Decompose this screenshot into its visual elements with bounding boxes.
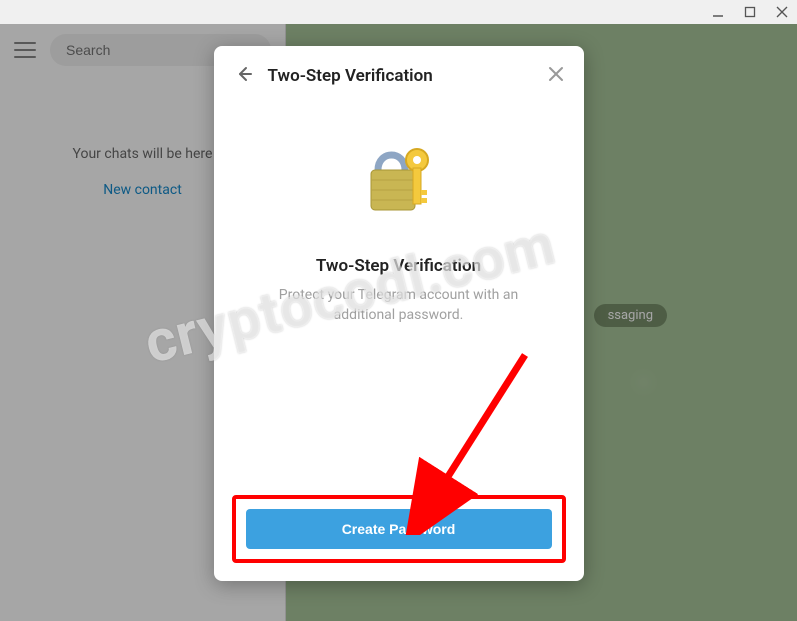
lock-key-icon: [353, 132, 445, 228]
modal-header: Two-Step Verification: [214, 46, 584, 106]
modal-overlay: Two-Step Verification: [0, 24, 797, 621]
window-titlebar: [0, 0, 797, 24]
modal-title: Two-Step Verification: [268, 66, 534, 86]
modal-body-title: Two-Step Verification: [316, 256, 481, 276]
close-icon[interactable]: [548, 66, 564, 86]
create-password-button[interactable]: Create Password: [246, 509, 552, 549]
back-arrow-icon[interactable]: [234, 64, 254, 88]
window-close-icon[interactable]: [775, 5, 789, 19]
modal-body-desc: Protect your Telegram account with an ad…: [254, 286, 544, 325]
modal-footer: Create Password: [214, 485, 584, 581]
minimize-icon[interactable]: [711, 5, 725, 19]
two-step-modal: Two-Step Verification: [214, 46, 584, 581]
maximize-icon[interactable]: [743, 5, 757, 19]
annotation-highlight: Create Password: [232, 495, 566, 563]
modal-body: Two-Step Verification Protect your Teleg…: [214, 106, 584, 485]
